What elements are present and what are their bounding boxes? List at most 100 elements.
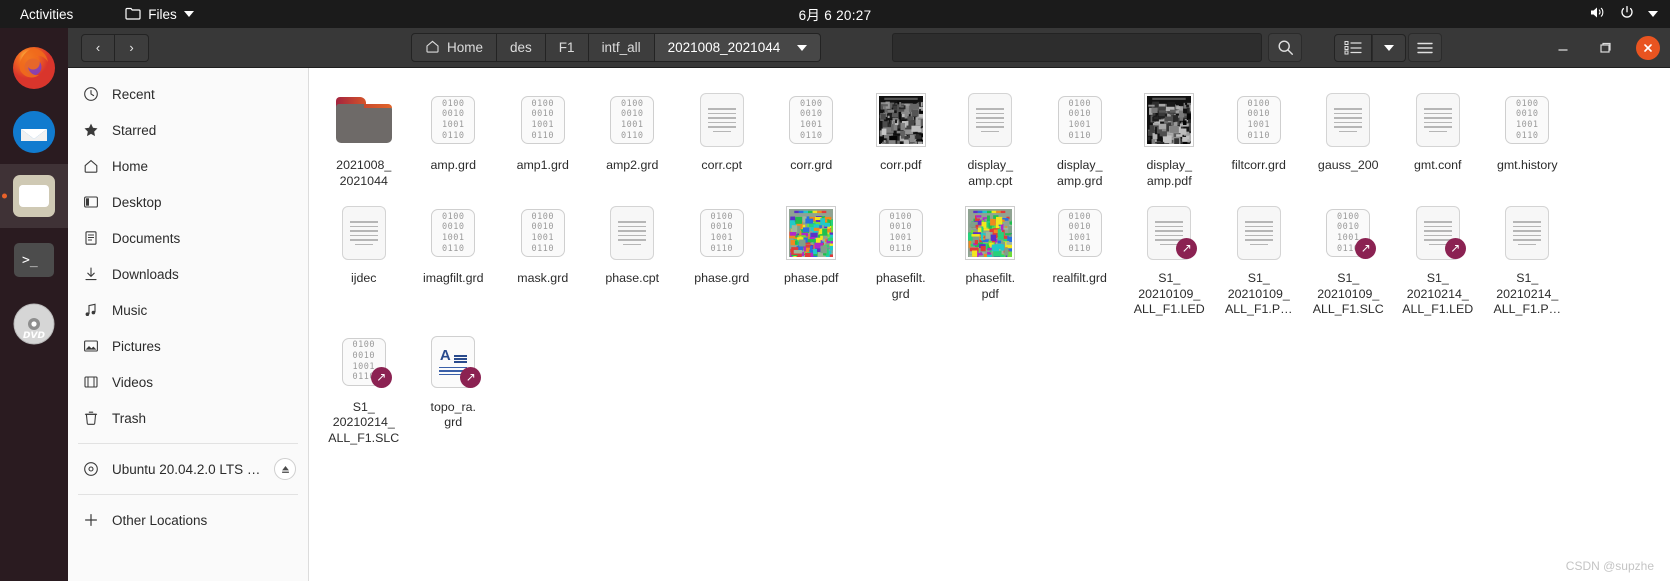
file-item[interactable]: ijdec <box>319 197 409 326</box>
app-menu-button[interactable]: Files <box>125 6 194 23</box>
file-name: display_ amp.pdf <box>1146 158 1192 188</box>
sidebar-label-pictures: Pictures <box>112 338 161 354</box>
back-button[interactable]: ‹ <box>81 33 115 62</box>
breadcrumb-item-home[interactable]: Home <box>411 33 498 62</box>
chevron-down-icon <box>1384 44 1394 51</box>
dock-item-files[interactable] <box>0 164 68 228</box>
system-menu-chevron-icon <box>1648 11 1658 17</box>
file-item[interactable]: 0100 0010 1001 0110 gmt.history <box>1483 84 1573 197</box>
file-item[interactable]: 0100 0010 1001 0110 corr.grd <box>767 84 857 197</box>
file-item[interactable]: 0100 0010 1001 0110 amp2.grd <box>588 84 678 197</box>
file-item[interactable]: phasefilt. pdf <box>946 197 1036 326</box>
file-icon: 0100 0010 1001 0110 <box>511 201 575 265</box>
sidebar-divider <box>78 443 298 444</box>
minimize-button[interactable] <box>1552 37 1574 59</box>
sidebar-item-videos[interactable]: Videos <box>68 364 308 400</box>
binary-file-icon: 0100 0010 1001 0110 <box>1057 209 1102 257</box>
dock-item-thunderbird[interactable] <box>0 100 68 164</box>
main-menu-button[interactable] <box>1408 33 1442 62</box>
eject-button[interactable] <box>274 458 296 480</box>
file-item[interactable]: 0100 0010 1001 0110 mask.grd <box>498 197 588 326</box>
file-icon: ↗ <box>1406 201 1470 265</box>
file-item[interactable]: gauss_200 <box>1304 84 1394 197</box>
dock-item-firefox[interactable] <box>0 36 68 100</box>
sidebar-item-downloads[interactable]: Downloads <box>68 256 308 292</box>
sidebar-item-home[interactable]: Home <box>68 148 308 184</box>
home-icon <box>82 157 100 175</box>
pdf-thumbnail <box>786 206 841 261</box>
sidebar-item-starred[interactable]: Starred <box>68 112 308 148</box>
dock-item-terminal[interactable]: >_ <box>0 228 68 292</box>
file-item[interactable]: 2021008_ 2021044 <box>319 84 409 197</box>
sidebar-label-documents: Documents <box>112 230 181 246</box>
forward-button[interactable]: › <box>115 33 149 62</box>
file-item[interactable]: 0100 0010 1001 0110 filtcorr.grd <box>1214 84 1304 197</box>
breadcrumb-item-f1[interactable]: F1 <box>545 33 589 62</box>
search-icon <box>1277 40 1293 55</box>
sidebar-item-recent[interactable]: Recent <box>68 76 308 112</box>
list-view-button[interactable] <box>1334 33 1372 62</box>
file-item[interactable]: 0100 0010 1001 0110 ↗ S1_ 20210109_ ALL_F1.S… <box>1304 197 1394 326</box>
activities-button[interactable]: Activities <box>12 5 81 24</box>
folder-icon <box>335 97 392 143</box>
clock[interactable]: 6月 6 20:27 <box>0 4 1670 24</box>
file-name: S1_ 20210214_ ALL_F1.P… <box>1493 271 1562 316</box>
file-name: S1_ 20210109_ ALL_F1.LED <box>1133 271 1205 316</box>
file-item[interactable]: 0100 0010 1001 0110 amp.grd <box>409 84 499 197</box>
file-item[interactable]: display_ amp.cpt <box>946 84 1036 197</box>
file-icon: 0100 0010 1001 0110 <box>690 201 754 265</box>
sidebar-label-desktop: Desktop <box>112 194 162 210</box>
file-item[interactable]: S1_ 20210214_ ALL_F1.P… <box>1483 197 1573 326</box>
file-item[interactable]: 0100 0010 1001 0110 ↗ S1_ 20210214_ ALL_F1.S… <box>319 326 409 455</box>
sidebar-item-pictures[interactable]: Pictures <box>68 328 308 364</box>
breadcrumb-item-des[interactable]: des <box>497 33 546 62</box>
file-item[interactable]: 0100 0010 1001 0110 realfilt.grd <box>1035 197 1125 326</box>
svg-text:DVD: DVD <box>23 331 45 341</box>
file-item[interactable]: A ↗ topo_ra. grd <box>409 326 499 455</box>
file-item[interactable]: display_ amp.pdf <box>1125 84 1215 197</box>
path-entry[interactable] <box>892 33 1262 62</box>
svg-text:>_: >_ <box>22 253 38 268</box>
system-tray[interactable] <box>1589 5 1658 24</box>
dock-item-dvd[interactable]: DVD <box>0 292 68 356</box>
sidebar-label-starred: Starred <box>112 122 157 138</box>
file-item[interactable]: 0100 0010 1001 0110 display_ amp.grd <box>1035 84 1125 197</box>
sidebar-item-documents[interactable]: Documents <box>68 220 308 256</box>
file-name: corr.grd <box>790 158 833 172</box>
breadcrumb-label-current: 2021008_2021044 <box>667 40 781 55</box>
app-menu-label: Files <box>148 6 177 22</box>
file-item[interactable]: 0100 0010 1001 0110 phasefilt. grd <box>856 197 946 326</box>
sidebar-item-device[interactable]: Ubuntu 20.04.2.0 LTS a… <box>68 451 308 487</box>
file-item[interactable]: 0100 0010 1001 0110 phase.grd <box>677 197 767 326</box>
file-item[interactable]: S1_ 20210109_ ALL_F1.P… <box>1214 197 1304 326</box>
chevron-down-icon <box>797 44 808 51</box>
file-item[interactable]: phase.cpt <box>588 197 678 326</box>
file-item[interactable]: ↗ S1_ 20210109_ ALL_F1.LED <box>1125 197 1215 326</box>
file-name: S1_ 20210109_ ALL_F1.SLC <box>1312 271 1384 316</box>
search-button[interactable] <box>1268 33 1302 62</box>
file-list-view[interactable]: 2021008_ 2021044 0100 0010 1001 0110 amp.grd… <box>309 68 1670 581</box>
pdf-thumbnail <box>965 206 1020 263</box>
breadcrumb-item-intf-all[interactable]: intf_all <box>588 33 655 62</box>
file-icon <box>1137 88 1201 152</box>
sidebar-item-music[interactable]: Music <box>68 292 308 328</box>
close-button[interactable] <box>1636 35 1660 60</box>
sidebar-item-other-locations[interactable]: Other Locations <box>68 502 308 538</box>
breadcrumb-item-current[interactable]: 2021008_2021044 <box>654 33 822 62</box>
view-options-button[interactable] <box>1372 33 1406 62</box>
file-item[interactable]: 0100 0010 1001 0110 amp1.grd <box>498 84 588 197</box>
file-icon <box>600 201 664 265</box>
sidebar-item-trash[interactable]: Trash <box>68 400 308 436</box>
sidebar-item-desktop[interactable]: Desktop <box>68 184 308 220</box>
file-name: topo_ra. grd <box>430 399 476 430</box>
file-item[interactable]: corr.pdf <box>856 84 946 197</box>
file-name: phase.cpt <box>605 271 660 285</box>
file-item[interactable]: corr.cpt <box>677 84 767 197</box>
file-item[interactable]: phase.pdf <box>767 197 857 326</box>
file-icon <box>958 88 1022 152</box>
maximize-icon <box>1600 42 1611 53</box>
maximize-button[interactable] <box>1594 37 1616 59</box>
file-item[interactable]: ↗ S1_ 20210214_ ALL_F1.LED <box>1393 197 1483 326</box>
file-item[interactable]: gmt.conf <box>1393 84 1483 197</box>
file-item[interactable]: 0100 0010 1001 0110 imagfilt.grd <box>409 197 499 326</box>
